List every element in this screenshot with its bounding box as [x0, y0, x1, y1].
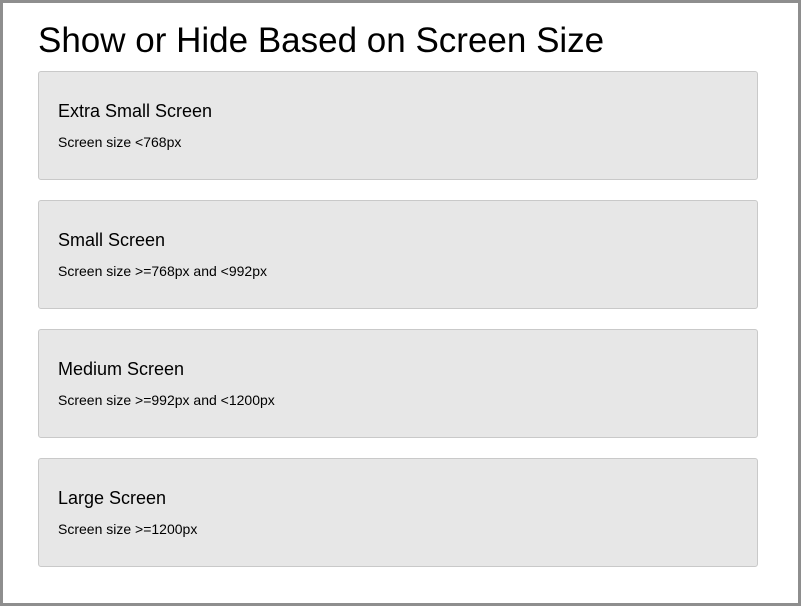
small-screen-title: Small Screen — [58, 230, 166, 250]
medium-screen-title: Medium Screen — [58, 359, 185, 379]
extra-small-screen-card: Extra Small Screen Screen size <768px — [38, 71, 758, 180]
medium-screen-card: Medium Screen Screen size >=992px and <1… — [38, 329, 758, 438]
large-screen-description: Screen size >=1200px — [58, 521, 198, 537]
browser-frame: Show or Hide Based on Screen Size Extra … — [0, 0, 801, 606]
page-title: Show or Hide Based on Screen Size — [38, 21, 605, 60]
large-screen-title: Large Screen — [58, 488, 167, 508]
small-screen-description: Screen size >=768px and <992px — [58, 263, 267, 279]
small-screen-card: Small Screen Screen size >=768px and <99… — [38, 200, 758, 309]
extra-small-screen-description: Screen size <768px — [58, 134, 182, 150]
screen-size-cards: Extra Small Screen Screen size <768px Sm… — [38, 71, 758, 587]
large-screen-card: Large Screen Screen size >=1200px — [38, 458, 758, 567]
medium-screen-description: Screen size >=992px and <1200px — [58, 392, 275, 408]
extra-small-screen-title: Extra Small Screen — [58, 101, 213, 121]
